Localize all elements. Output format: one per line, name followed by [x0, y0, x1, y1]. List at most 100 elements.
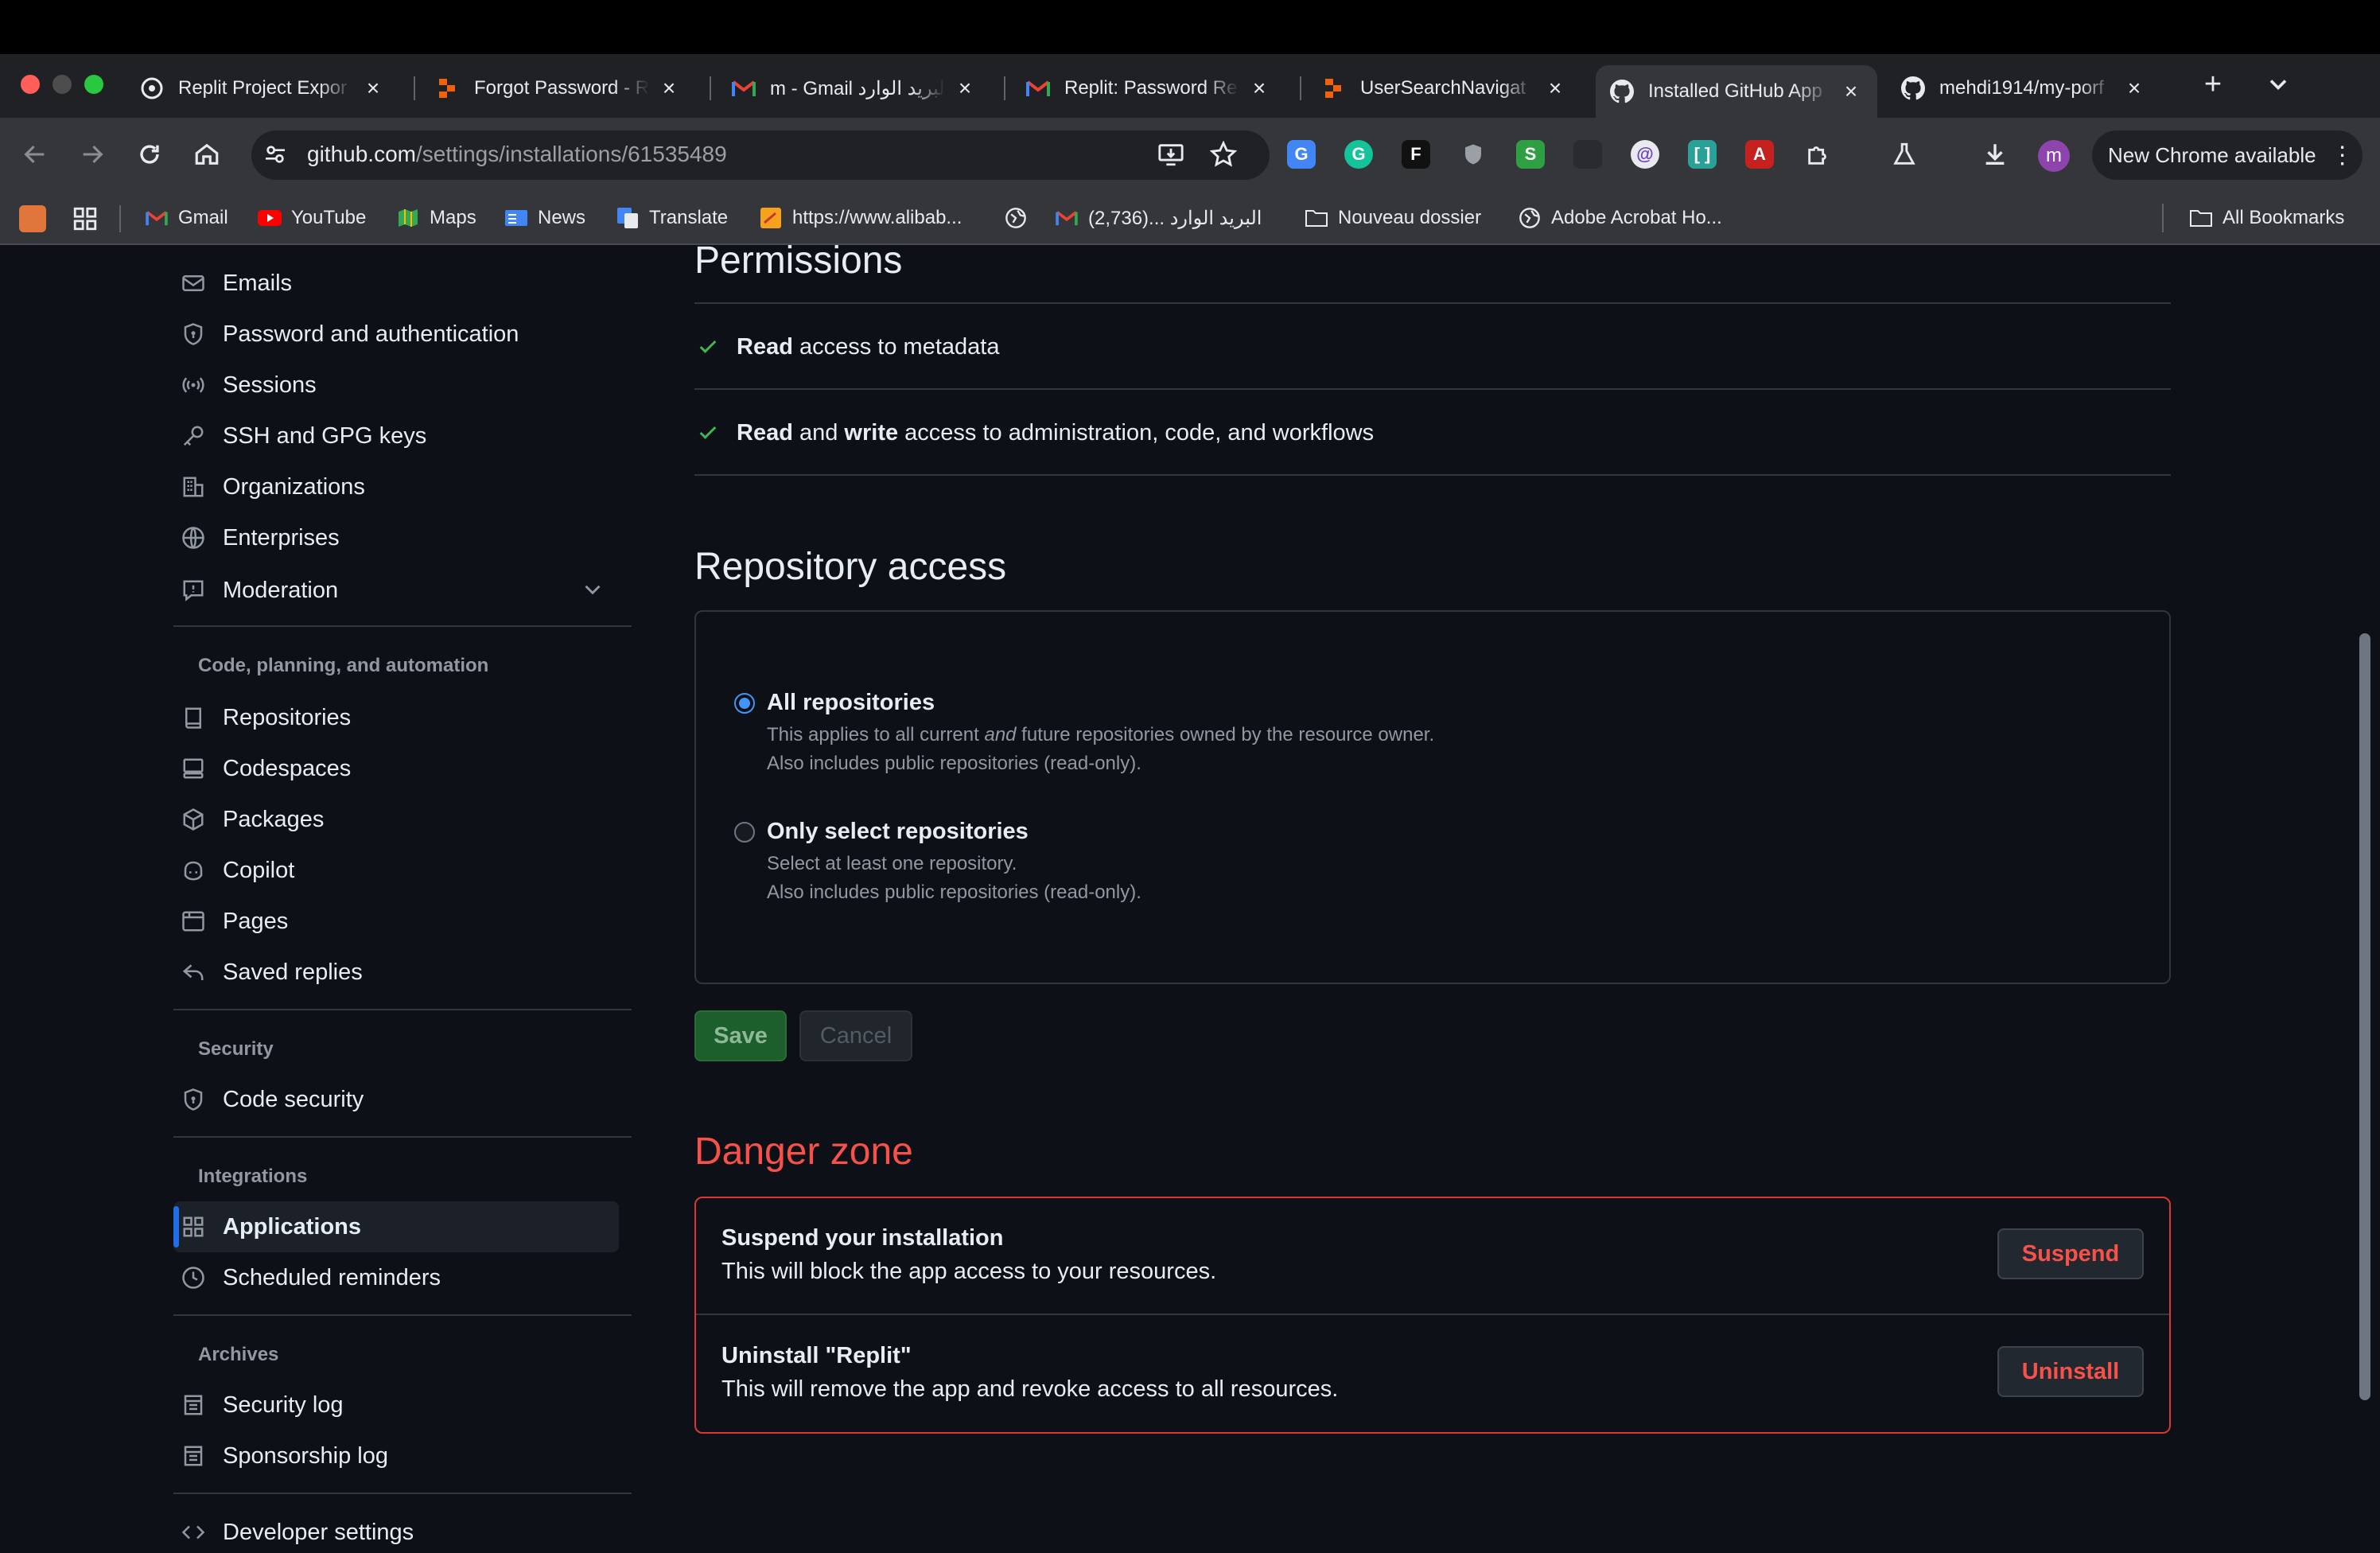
sidebar-item-saved-replies[interactable]: Saved replies	[180, 952, 363, 993]
browser-tab[interactable]: Replit: Password Re ×	[1012, 65, 1285, 111]
bookmark-news[interactable]: News	[504, 204, 585, 232]
sidebar-item-applications[interactable]: Applications	[180, 1206, 361, 1247]
sidebar-item-label: Sessions	[223, 372, 317, 398]
chrome-update-button[interactable]: New Chrome available ⋮	[2092, 130, 2362, 180]
bookmark-label: Gmail	[178, 207, 228, 228]
sidebar-section-heading: Code, planning, and automation	[198, 655, 489, 676]
bookmark-maps[interactable]: Maps	[396, 204, 476, 232]
tab-close-icon[interactable]: ×	[1543, 76, 1567, 100]
sidebar-section-heading: Security	[198, 1038, 274, 1060]
sidebar-item-code-security[interactable]: Code security	[180, 1079, 364, 1120]
downloads-icon[interactable]	[1979, 138, 2011, 170]
browser-tab-active[interactable]: Installed GitHub App ×	[1596, 65, 1877, 118]
dark-ext-icon[interactable]	[1573, 140, 1602, 169]
bookmark-star-icon[interactable]	[1208, 138, 1239, 170]
bookmark-gmail[interactable]: Gmail	[145, 204, 228, 232]
sidebar-item-scheduled-reminders[interactable]: Scheduled reminders	[180, 1257, 441, 1298]
sidebar-item-pages[interactable]: Pages	[180, 901, 288, 942]
report-icon	[180, 577, 207, 604]
screenshot-ext-icon[interactable]: [ ]	[1688, 140, 1717, 169]
bookmark-label: https://www.alibab...	[792, 207, 962, 228]
page-scrollbar[interactable]	[2359, 633, 2370, 1400]
window-zoom-button[interactable]	[84, 75, 103, 94]
new-tab-button[interactable]: +	[2197, 68, 2229, 100]
translate-ext-icon[interactable]: G	[1287, 140, 1316, 169]
compass-ext-icon[interactable]: @	[1631, 140, 1659, 169]
window-close-button[interactable]	[21, 75, 40, 94]
url-path: /settings/installations/61535489	[415, 142, 727, 166]
bookmark-app-icon[interactable]	[19, 205, 46, 232]
cancel-button[interactable]: Cancel	[799, 1010, 912, 1061]
option-title[interactable]: Only select repositories	[767, 819, 1029, 845]
bookmark-alibaba[interactable]: https://www.alibab...	[759, 204, 962, 232]
grammarly-ext-icon[interactable]: G	[1344, 140, 1373, 169]
bookmark-translate[interactable]: Translate	[616, 204, 728, 232]
sidebar-item-packages[interactable]: Packages	[180, 799, 324, 840]
browser-tab[interactable]: mehdi1914/my-porf ×	[1887, 65, 2160, 111]
organization-icon	[180, 473, 207, 500]
sidebar-item-label: Code security	[223, 1086, 364, 1112]
acrobat-ext-icon[interactable]: A	[1745, 140, 1774, 169]
all-repositories-radio[interactable]	[734, 693, 755, 714]
tab-title: Replit Project Expor	[178, 77, 348, 99]
sidebar-item-developer-settings[interactable]: Developer settings	[180, 1512, 414, 1553]
bookmark-folder[interactable]: Nouveau dossier	[1305, 204, 1481, 232]
tab-close-icon[interactable]: ×	[953, 76, 977, 100]
sidebar-item-password[interactable]: Password and authentication	[180, 313, 519, 355]
profile-avatar[interactable]: m	[2038, 140, 2070, 172]
option-title[interactable]: All repositories	[767, 690, 935, 716]
framer-ext-icon[interactable]: F	[1402, 140, 1430, 169]
os-menu-bar	[0, 0, 2380, 54]
bookmark-adobe[interactable]: Adobe Acrobat Ho...	[1518, 204, 1722, 232]
sidebar-item-repositories[interactable]: Repositories	[180, 697, 351, 738]
labs-flask-icon[interactable]	[1888, 138, 1920, 170]
suspend-button[interactable]: Suspend	[1997, 1228, 2144, 1279]
reload-icon[interactable]	[134, 138, 165, 170]
option-desc-text: This applies to all current	[767, 724, 985, 745]
sidebar-item-sponsorship-log[interactable]: Sponsorship log	[180, 1435, 388, 1477]
bookmark-label: (2,736)... البريد الوارد	[1088, 207, 1262, 229]
tab-close-icon[interactable]: ×	[1839, 80, 1863, 103]
sidebar-item-codespaces[interactable]: Codespaces	[180, 748, 351, 789]
site-settings-icon[interactable]	[259, 138, 291, 170]
sidebar-item-enterprises[interactable]: Enterprises	[180, 517, 340, 559]
shield-ext-icon[interactable]	[1459, 140, 1488, 169]
sidebar-item-moderation[interactable]: Moderation	[180, 570, 338, 611]
tab-close-icon[interactable]: ×	[1247, 76, 1271, 100]
window-minimize-button[interactable]	[52, 75, 72, 94]
browser-tab[interactable]: UserSearchNavigat ×	[1308, 65, 1581, 111]
browser-tab[interactable]: m - Gmail البريد الوارد ×	[718, 65, 991, 111]
tab-close-icon[interactable]: ×	[657, 76, 681, 100]
permission-level: Read	[737, 419, 793, 446]
select-repositories-radio[interactable]	[734, 822, 755, 843]
forward-arrow-icon[interactable]	[76, 138, 108, 170]
section-divider	[694, 388, 2171, 390]
save-button[interactable]: Save	[694, 1010, 787, 1061]
sidebar-item-ssh-keys[interactable]: SSH and GPG keys	[180, 415, 426, 457]
chevron-down-icon[interactable]	[2264, 70, 2292, 99]
back-arrow-icon[interactable]	[19, 138, 51, 170]
sidebar-item-organizations[interactable]: Organizations	[180, 466, 365, 508]
chevron-down-icon[interactable]	[579, 576, 606, 603]
sidebar-item-emails[interactable]: Emails	[180, 263, 292, 304]
bookmark-globe[interactable]	[1004, 204, 1037, 232]
browser-tab[interactable]: Replit Project Expor ×	[126, 65, 399, 111]
sheets-ext-icon[interactable]: S	[1516, 140, 1545, 169]
sidebar-item-sessions[interactable]: Sessions	[180, 364, 317, 406]
extensions-puzzle-icon[interactable]	[1802, 138, 1834, 170]
sidebar-item-copilot[interactable]: Copilot	[180, 850, 294, 891]
permission-level: write	[844, 419, 899, 446]
install-app-icon[interactable]	[1155, 138, 1187, 170]
all-bookmarks-button[interactable]: All Bookmarks	[2189, 204, 2344, 232]
tab-close-icon[interactable]: ×	[361, 76, 385, 100]
sidebar-item-security-log[interactable]: Security log	[180, 1384, 344, 1426]
home-icon[interactable]	[191, 138, 223, 170]
uninstall-button[interactable]: Uninstall	[1997, 1346, 2144, 1397]
bookmark-youtube[interactable]: YouTube	[258, 204, 366, 232]
url-text[interactable]: github.com/settings/installations/615354…	[307, 138, 727, 170]
tab-close-icon[interactable]: ×	[2122, 76, 2146, 100]
apps-grid-icon[interactable]	[72, 205, 99, 232]
browser-tab[interactable]: Forgot Password - R ×	[422, 65, 695, 111]
bookmark-divider	[119, 205, 121, 232]
bookmark-gmail-inbox[interactable]: (2,736)... البريد الوارد	[1055, 204, 1262, 232]
